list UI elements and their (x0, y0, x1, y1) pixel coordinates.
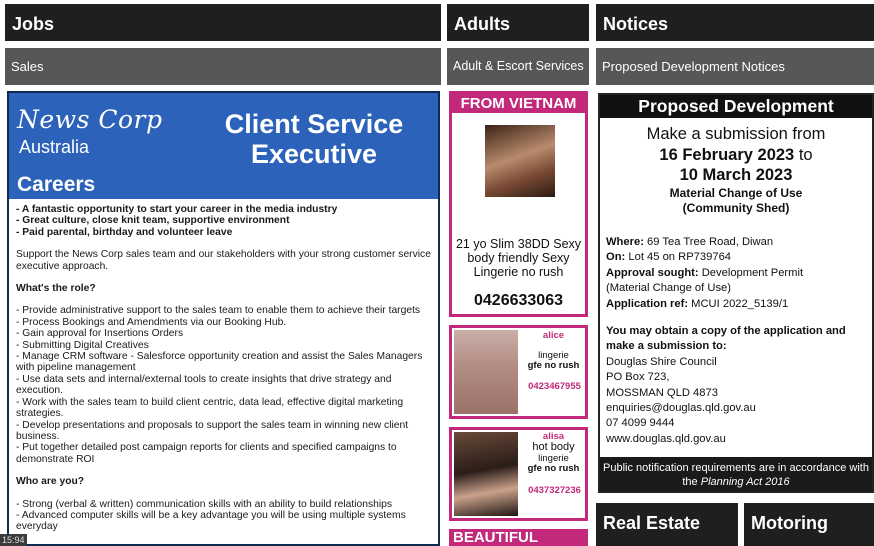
role-item: - Manage CRM software - Salesforce oppor… (16, 351, 423, 374)
council-email[interactable]: enquiries@douglas.qld.gov.au (606, 401, 870, 416)
job-intro: Support the News Corp sales team and our… (16, 249, 431, 272)
notice-intro: Make a submission from (646, 125, 826, 143)
obtain-text: You may obtain a copy of the application… (606, 325, 846, 353)
notice-date-to: 10 March 2023 (679, 166, 793, 184)
role-item: - Work with the sales team to build clie… (16, 396, 404, 420)
adult-ad-alice[interactable]: alice lingerie gfe no rush 0423467955 (449, 325, 588, 419)
news-corp-region: Australia (19, 137, 90, 157)
ad-phone: 0426633063 (474, 292, 563, 309)
ad-description: hot body (532, 441, 575, 453)
ad-photo (485, 125, 555, 197)
notices-subsection-development[interactable]: Proposed Development Notices (596, 48, 874, 85)
job-ad-body: - A fantastic opportunity to start your … (16, 204, 434, 533)
notice-footer: Public notification requirements are in … (600, 457, 872, 491)
ad-description: 21 yo Slim 38DD Sexy body friendly Sexy … (455, 237, 582, 279)
approval-label: Approval sought: (606, 266, 699, 279)
highlight-item: - Great culture, close knit team, suppor… (16, 215, 290, 227)
jobs-subsection-sales[interactable]: Sales (5, 48, 441, 85)
real-estate-section-header[interactable]: Real Estate (596, 503, 738, 546)
notice-type-line: (Community Shed) (682, 201, 790, 215)
motoring-section-header[interactable]: Motoring (744, 503, 874, 546)
adult-ad-beautiful[interactable]: BEAUTIFUL (449, 529, 588, 546)
role-item: - Process Bookings and Amendments via ou… (16, 316, 287, 328)
ad-name: alice (542, 330, 565, 341)
adults-section-header[interactable]: Adults (447, 4, 589, 41)
adult-ad-from-vietnam[interactable]: FROM VIETNAM 21 yo Slim 38DD Sexy body f… (449, 91, 588, 317)
approval-value: Development Permit (701, 266, 804, 279)
development-notice[interactable]: Proposed Development Make a submission f… (598, 93, 874, 493)
ad-headline: BEAUTIFUL (453, 529, 538, 546)
ad-description: gfe no rush (527, 463, 580, 474)
role-item: - Use data sets and internal/external to… (16, 373, 392, 397)
adults-subsection-escort-services[interactable]: Adult & Escort Services (447, 48, 589, 85)
council-town: MOSSMAN QLD 4873 (606, 386, 718, 399)
careers-label: Careers (17, 173, 96, 196)
ad-description: gfe no rush (527, 360, 580, 371)
footer-act: Planning Act 2016 (700, 476, 790, 488)
job-title: Client Service Executive (224, 109, 404, 169)
notice-type: Material Change of Use (Community Shed) (600, 186, 872, 216)
who-heading: Who are you? (16, 476, 85, 488)
job-ad-client-service-executive[interactable]: News Corp Australia Careers Client Servi… (7, 91, 440, 546)
notice-title: Proposed Development (600, 95, 872, 118)
notice-details: Where: 69 Tea Tree Road, Diwan On: Lot 4… (606, 235, 870, 312)
notice-date-range: 16 February 2023 to (600, 146, 872, 165)
role-item: - Develop presentations and proposals to… (16, 419, 409, 442)
ad-photo (454, 330, 518, 414)
notice-type-line: Material Change of Use (669, 186, 803, 200)
role-heading: What's the role? (16, 283, 96, 295)
highlight-item: - Paid parental, birthday and volunteer … (16, 226, 233, 238)
council-website[interactable]: www.douglas.qld.gov.au (606, 432, 870, 447)
ad-phone: 0437327236 (528, 485, 581, 496)
council-phone: 07 4099 9444 (606, 417, 675, 430)
role-item: - Put together detailed post campaign re… (16, 442, 397, 465)
notices-section-header[interactable]: Notices (596, 4, 874, 41)
who-item: - Strong (verbal & written) communicatio… (16, 498, 392, 510)
ad-photo (454, 432, 518, 516)
highlight-item: - A fantastic opportunity to start your … (16, 204, 338, 215)
approval-detail: (Material Change of Use) (606, 282, 731, 295)
where-value: 69 Tea Tree Road, Diwan (647, 236, 774, 248)
where-label: Where: (606, 236, 644, 248)
council-po-box: PO Box 723, (606, 371, 670, 384)
council-name: Douglas Shire Council (606, 355, 717, 368)
notice-date-from: 16 February 2023 (659, 146, 795, 164)
ad-phone: 0423467955 (528, 381, 581, 392)
role-item: - Gain approval for Insertions Orders (16, 328, 184, 340)
news-corp-logo: News Corp (17, 105, 163, 134)
on-value: Lot 45 on RP739764 (628, 251, 732, 264)
jobs-section-header[interactable]: Jobs (5, 4, 441, 41)
role-item: - Submitting Digital Creatives (16, 339, 149, 351)
notice-date-to-word: to (798, 146, 813, 164)
who-item: - Advanced computer skills will be a key… (16, 509, 406, 533)
job-ad-banner: News Corp Australia Careers Client Servi… (9, 93, 438, 199)
ad-headline: FROM VIETNAM (452, 94, 585, 113)
notice-contact: You may obtain a copy of the application… (606, 324, 870, 447)
ref-value: MCUI 2022_5139/1 (691, 297, 789, 310)
adult-ad-alisa[interactable]: alisa hot body lingerie gfe no rush 0437… (449, 427, 588, 521)
role-item: - Provide administrative support to the … (16, 305, 421, 317)
timestamp-overlay: 15:94 (0, 534, 27, 546)
on-label: On: (606, 251, 626, 264)
ref-label: Application ref: (606, 297, 689, 310)
